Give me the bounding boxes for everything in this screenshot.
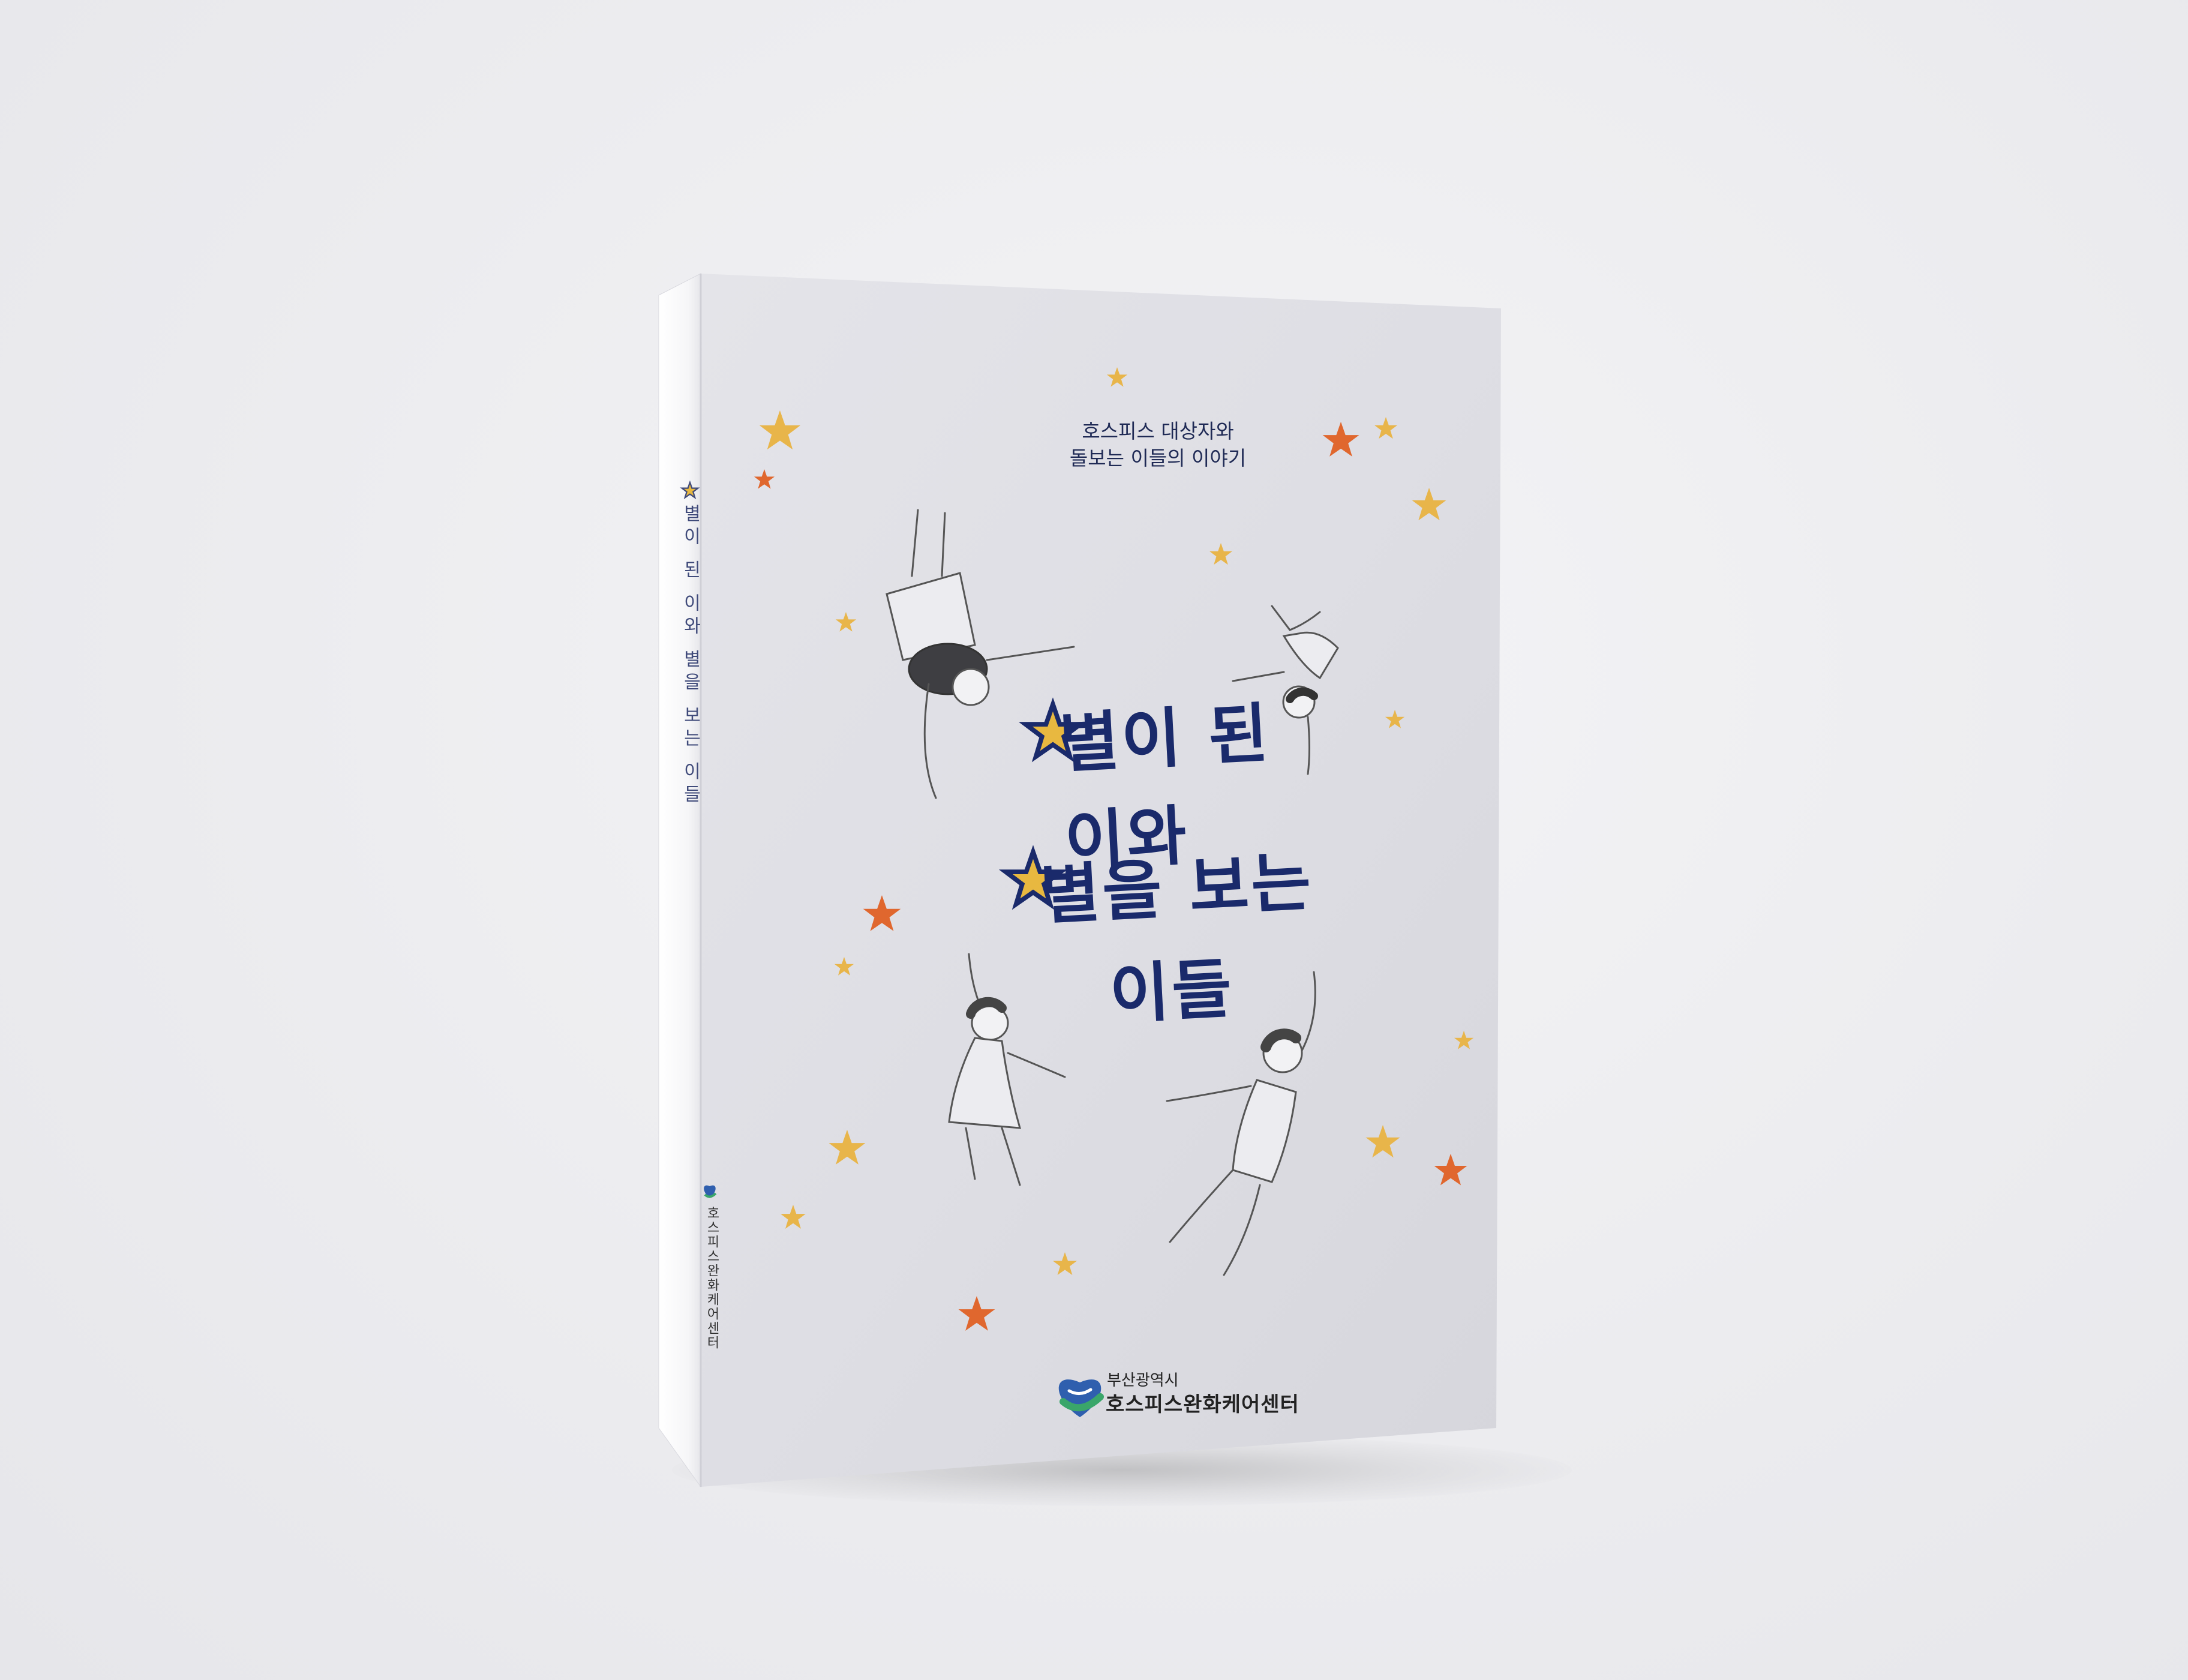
spine-title: 별이 된 이와 별을 보는 이들 <box>680 504 701 808</box>
product-mockup-scene: 호스피스 대상자와 돌보는 이들의 이야기 별이 된 이와 별을 보는 이들 부… <box>0 0 2188 1680</box>
book-spine <box>658 273 701 1488</box>
spine-publisher: 호스피스완화케어센터 <box>704 1206 719 1350</box>
cover-title-line-3: 별을 보는 <box>1038 844 1315 934</box>
cover-subtitle-line-2: 돌보는 이들의 이야기 <box>1069 446 1247 470</box>
publisher-city: 부산광역시 <box>1107 1372 1179 1390</box>
cover-title-line-4: 이들 <box>1107 951 1236 1033</box>
cover-title-line-1: 별이 된 <box>1057 696 1272 782</box>
publisher-name: 호스피스완화케어센터 <box>1106 1393 1299 1417</box>
cover-subtitle-line-1: 호스피스 대상자와 <box>1082 419 1234 443</box>
spine-logo-icon <box>704 1185 717 1198</box>
